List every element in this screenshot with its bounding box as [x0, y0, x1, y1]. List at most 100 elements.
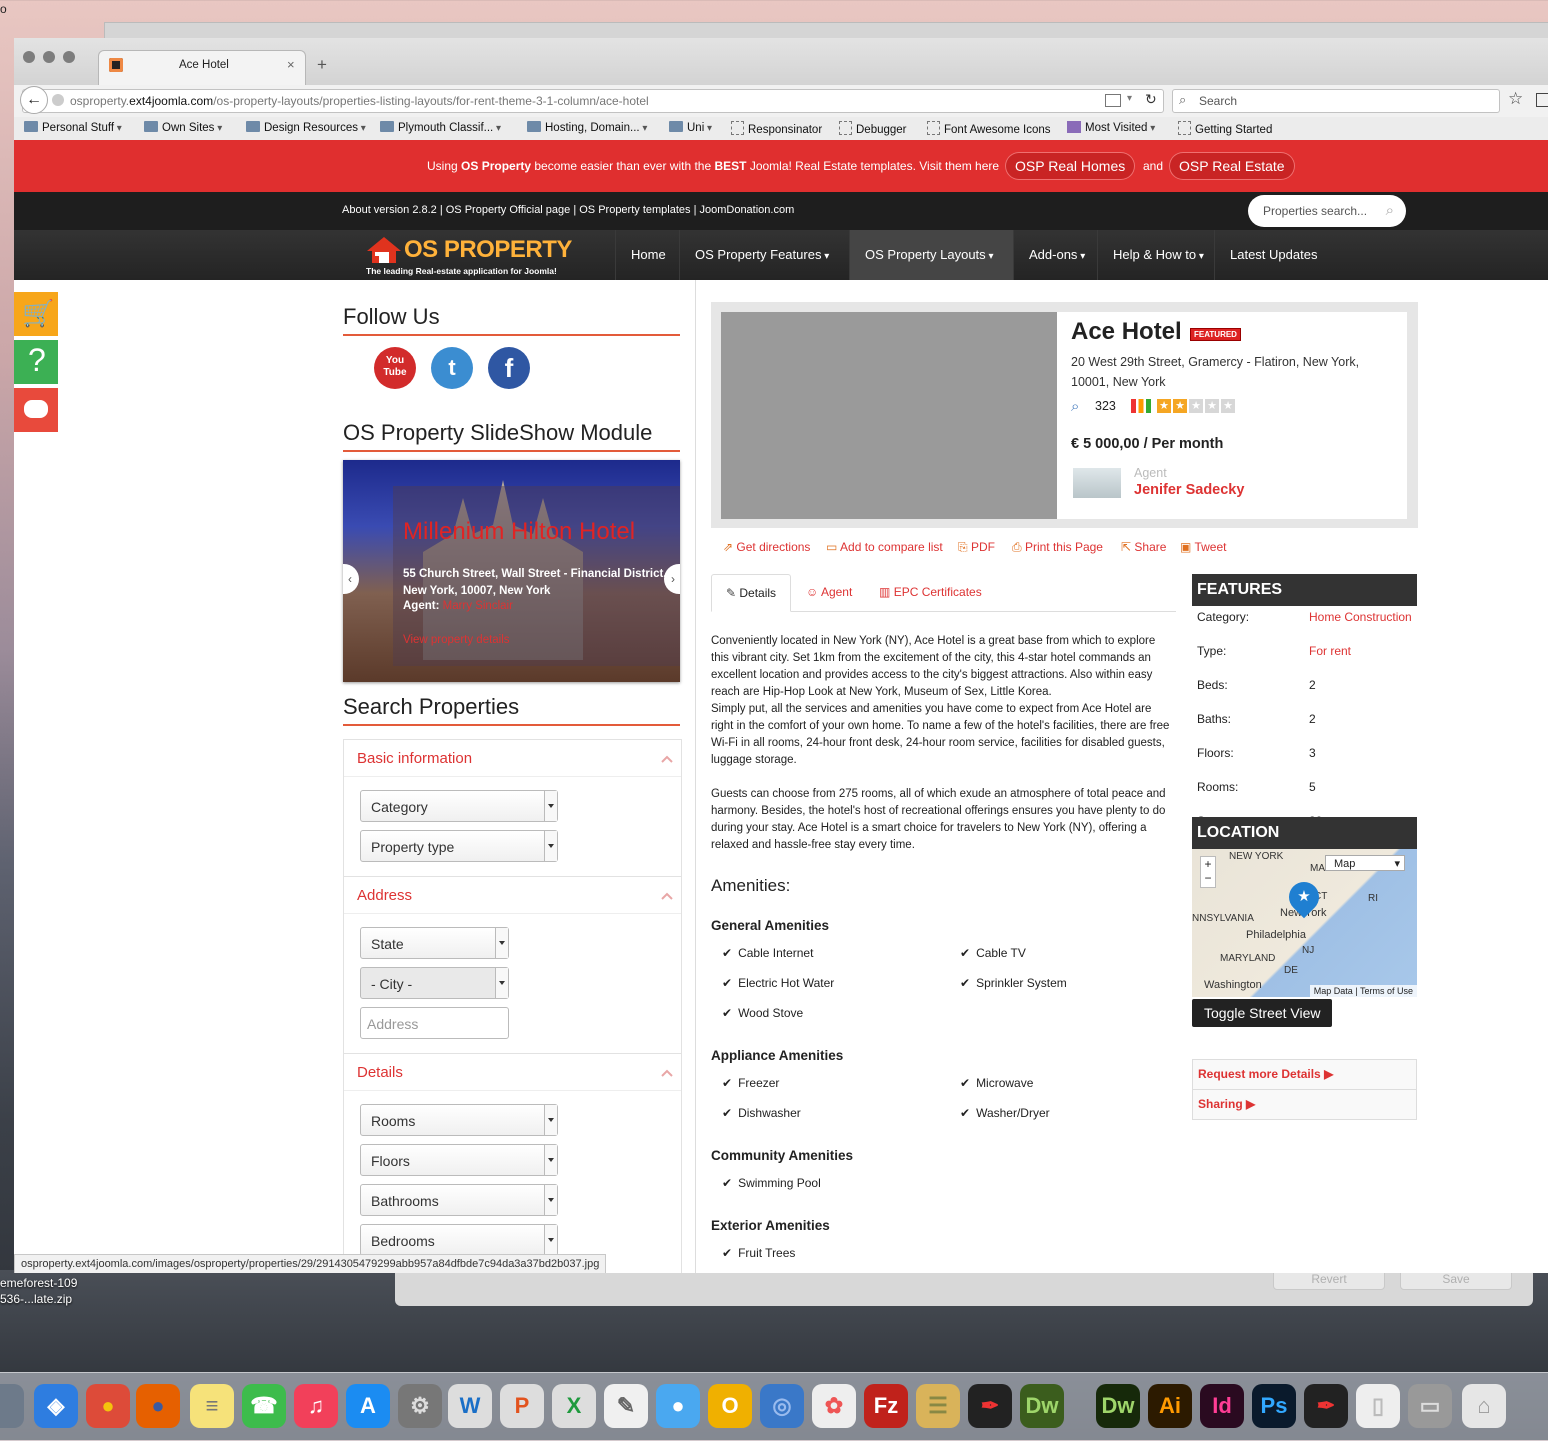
bookmark-item[interactable]: Own Sites ▾ [144, 121, 222, 134]
bookmark-item[interactable]: Debugger [839, 121, 907, 136]
zoom-out-button[interactable]: − [1201, 871, 1215, 885]
dw-file-icon[interactable]: ▭ [1408, 1384, 1452, 1428]
floors-select[interactable]: Floors [360, 1144, 558, 1176]
rating-stars[interactable]: ★ ★ ★ ★ ★ [1157, 398, 1237, 413]
nav-item-2[interactable]: OS Property Layouts ▾ [849, 230, 1014, 280]
search-field[interactable]: ⌕ Search [1172, 89, 1500, 113]
nav-item-1[interactable]: OS Property Features ▾ [679, 230, 850, 280]
acrobat-icon[interactable]: ✒ [968, 1384, 1012, 1428]
action-tweet[interactable]: ▣ Tweet [1180, 540, 1226, 554]
library-icon[interactable] [1536, 93, 1548, 107]
chevron-up-icon[interactable] [661, 1067, 673, 1079]
url-field[interactable]: osproperty.ext4joomla.com/os-property-la… [22, 89, 1164, 113]
trash-icon[interactable]: ⌂ [1462, 1384, 1506, 1428]
bookmark-item[interactable]: Personal Stuff ▾ [24, 121, 122, 134]
new-tab-icon[interactable]: + [317, 55, 327, 75]
help-button[interactable]: ? [14, 340, 58, 384]
twitter-icon[interactable]: t [431, 347, 473, 389]
bookmark-item[interactable]: Hosting, Domain... ▾ [527, 121, 647, 134]
action-compare[interactable]: ▭ Add to compare list [826, 540, 943, 554]
powerpoint-icon[interactable]: P [500, 1384, 544, 1428]
close-window-button[interactable] [23, 51, 35, 63]
action-directions[interactable]: ⇗ Get directions [723, 540, 810, 554]
terms-link[interactable]: Terms of Use [1360, 986, 1413, 996]
tab-epc-certificates[interactable]: ▥ EPC Certificates [879, 574, 982, 610]
category-select[interactable]: Category [360, 790, 558, 822]
illustrator-icon[interactable]: Ai [1148, 1384, 1192, 1428]
system-preferences-icon[interactable]: ⚙ [398, 1384, 442, 1428]
city-select[interactable]: - City - [360, 967, 509, 999]
textedit-icon[interactable]: ✎ [604, 1384, 648, 1428]
sharing-link[interactable]: Sharing ▶ [1193, 1090, 1416, 1119]
map-data-link[interactable]: Map Data [1314, 986, 1353, 996]
desktop-file-label[interactable]: emeforest-109 [0, 1276, 77, 1290]
facebook-icon[interactable]: f [488, 347, 530, 389]
slide-hotel-name[interactable]: Millenium Hilton Hotel [403, 518, 635, 546]
tab-details[interactable]: ✎ Details [711, 574, 791, 612]
reader-view-icon[interactable] [1105, 94, 1121, 107]
chat-button[interactable] [14, 388, 58, 432]
tab-agent[interactable]: ☺ Agent [806, 574, 852, 610]
nav-item-4[interactable]: Help & How to ▾ [1097, 230, 1215, 280]
slideshow[interactable]: Millenium Hilton Hotel 55 Church Street,… [343, 460, 680, 682]
youtube-icon[interactable]: You Tube [374, 347, 416, 389]
rooms-select[interactable]: Rooms [360, 1104, 558, 1136]
itunes-icon[interactable]: ♫ [294, 1384, 338, 1428]
photos-icon[interactable]: ✿ [812, 1384, 856, 1428]
cart-button[interactable]: 🛒 [14, 292, 58, 336]
acrobat-pro-icon[interactable]: ✒ [1304, 1384, 1348, 1428]
zoom-in-button[interactable]: + [1201, 857, 1215, 871]
archive-icon[interactable]: ☰ [916, 1384, 960, 1428]
firefox-icon[interactable]: ● [136, 1384, 180, 1428]
map-pin-icon[interactable]: ★ [1282, 875, 1326, 919]
slide-details-link[interactable]: View property details [403, 634, 510, 646]
logo[interactable]: OS PROPERTY The leading Real-estate appl… [366, 234, 572, 278]
action-pdf[interactable]: ⎘ PDF [958, 540, 995, 555]
back-button[interactable]: ← [20, 86, 48, 114]
word-icon[interactable]: W [448, 1384, 492, 1428]
stats-icon[interactable] [1131, 399, 1151, 413]
osp-real-homes-button[interactable]: OSP Real Homes [1005, 152, 1136, 180]
opera-icon[interactable]: O [708, 1384, 752, 1428]
filezilla-icon[interactable]: Fz [864, 1384, 908, 1428]
notes-icon[interactable]: ≡ [190, 1384, 234, 1428]
osp-real-estate-button[interactable]: OSP Real Estate [1169, 152, 1295, 180]
property-image[interactable] [721, 312, 1057, 519]
toggle-street-view-button[interactable]: Toggle Street View [1192, 999, 1333, 1027]
bookmark-item[interactable]: Responsinator [731, 121, 822, 136]
slide-agent-name[interactable]: Marry Sinclair [443, 600, 513, 612]
nav-item-5[interactable]: Latest Updates [1214, 230, 1319, 280]
bookmark-item[interactable]: Plymouth Classif... ▾ [380, 121, 501, 134]
bookmark-item[interactable]: Font Awesome Icons [927, 121, 1051, 136]
desktop-file-label[interactable]: 536-...late.zip [0, 1292, 72, 1306]
safari-icon[interactable]: ◈ [34, 1384, 78, 1428]
chevron-up-icon[interactable] [661, 753, 673, 765]
top-links[interactable]: About version 2.8.2 | OS Property Offici… [342, 204, 794, 216]
chevron-up-icon[interactable] [661, 890, 673, 902]
bookmark-item[interactable]: Design Resources ▾ [246, 121, 366, 134]
action-print[interactable]: ⎙ Print this Page [1012, 540, 1103, 555]
address-input[interactable]: Address [360, 1007, 509, 1039]
bookmark-item[interactable]: Getting Started [1178, 121, 1272, 136]
agent-avatar[interactable] [1073, 468, 1121, 498]
launchpad-icon[interactable] [0, 1384, 24, 1428]
minimize-window-button[interactable] [43, 51, 55, 63]
excel-icon[interactable]: X [552, 1384, 596, 1428]
dropdown-icon[interactable]: ▾ [1127, 93, 1132, 104]
bookmark-star-icon[interactable]: ☆ [1508, 89, 1523, 109]
basic-information-heading[interactable]: Basic information [357, 750, 472, 767]
slide-prev-button[interactable]: ‹ [343, 564, 359, 594]
dreamweaver-icon[interactable]: Dw [1020, 1384, 1064, 1428]
bookmark-item[interactable]: Uni ▾ [669, 121, 712, 134]
agent-name-link[interactable]: Jenifer Sadecky [1134, 482, 1244, 498]
property-type-select[interactable]: Property type [360, 830, 558, 862]
properties-search-input[interactable]: Properties search... ⌕ [1248, 195, 1406, 227]
bedrooms-select[interactable]: Bedrooms [360, 1224, 558, 1256]
request-more-details-link[interactable]: Request more Details ▶ [1193, 1060, 1416, 1090]
bookmark-item[interactable]: Most Visited ▾ [1067, 121, 1155, 134]
feature-value[interactable]: Home Construction [1309, 606, 1417, 640]
close-tab-icon[interactable]: × [287, 57, 295, 72]
nav-item-3[interactable]: Add-ons ▾ [1013, 230, 1098, 280]
globe-app-icon[interactable]: ◎ [760, 1384, 804, 1428]
bathrooms-select[interactable]: Bathrooms [360, 1184, 558, 1216]
